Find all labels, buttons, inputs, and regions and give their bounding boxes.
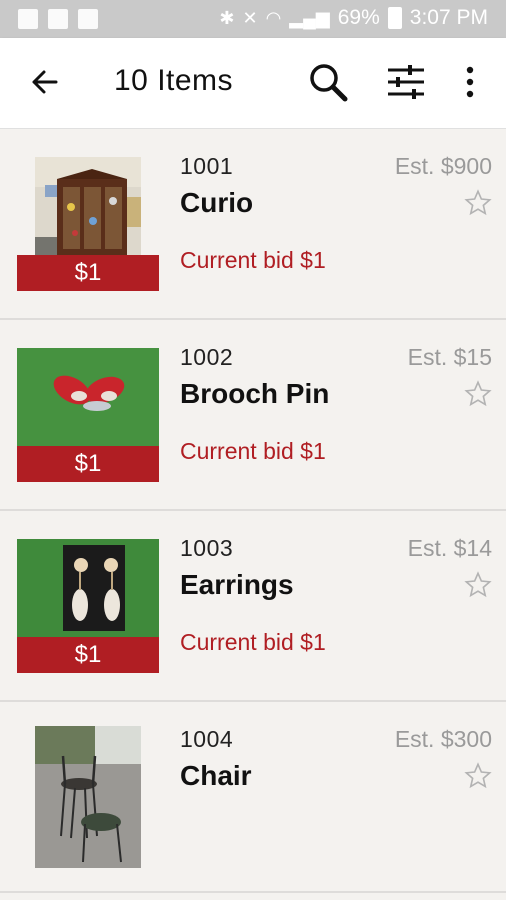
lot-number: 1004 xyxy=(180,726,234,752)
current-bid: Current bid $1 xyxy=(180,438,326,464)
current-bid: Current bid $1 xyxy=(180,629,326,655)
back-button[interactable] xyxy=(26,62,66,102)
estimate: Est. $15 xyxy=(407,344,492,370)
more-options-button[interactable] xyxy=(458,60,482,104)
estimate: Est. $900 xyxy=(394,153,492,179)
list-item[interactable]: $1 1001 Est. $900 Curio Current bid $1 xyxy=(0,129,506,320)
clock: 3:07 PM xyxy=(409,6,488,29)
battery-percent: 69% xyxy=(337,6,380,29)
lot-number: 1001 xyxy=(180,153,234,179)
price-tag: $1 xyxy=(17,255,159,291)
earrings-photo xyxy=(17,539,159,637)
item-title[interactable]: Chair xyxy=(180,760,252,792)
image-notification-icon xyxy=(18,9,38,29)
item-title[interactable]: Brooch Pin xyxy=(180,378,329,410)
search-button[interactable] xyxy=(306,60,350,104)
star-outline-icon xyxy=(464,571,492,598)
item-thumbnail[interactable]: $1 xyxy=(17,539,159,673)
more-vert-icon xyxy=(466,66,474,98)
item-thumbnail[interactable]: $1 xyxy=(17,348,159,482)
status-bar: ✱ ✕ ◠ ▂▄▆ 69% 3:07 PM xyxy=(0,0,506,38)
signal-icon: ▂▄▆ xyxy=(289,7,330,28)
price-tag: $1 xyxy=(17,446,159,482)
item-title[interactable]: Curio xyxy=(180,187,253,219)
favorite-button[interactable] xyxy=(464,189,492,217)
item-thumbnail[interactable] xyxy=(17,726,159,868)
estimate: Est. $300 xyxy=(394,726,492,752)
list-item[interactable]: 1004 Est. $300 Chair xyxy=(0,702,506,893)
lot-number: 1002 xyxy=(180,344,234,370)
mail-notification-icon-2 xyxy=(78,9,98,29)
favorite-button[interactable] xyxy=(464,380,492,408)
brooch-photo xyxy=(17,348,159,446)
item-title[interactable]: Earrings xyxy=(180,569,294,601)
curio-photo xyxy=(35,157,141,257)
filter-sliders-icon xyxy=(388,65,424,99)
filter-button[interactable] xyxy=(384,60,428,104)
star-outline-icon xyxy=(464,380,492,407)
item-thumbnail[interactable]: $1 xyxy=(17,157,159,291)
favorite-button[interactable] xyxy=(464,762,492,790)
current-bid: Current bid $1 xyxy=(180,247,326,273)
list-item[interactable]: $1 1002 Est. $15 Brooch Pin Current bid … xyxy=(0,320,506,511)
lot-number: 1003 xyxy=(180,535,234,561)
notification-icons xyxy=(18,9,98,29)
bluetooth-icon: ✱ xyxy=(219,7,235,28)
favorite-button[interactable] xyxy=(464,571,492,599)
mail-notification-icon xyxy=(48,9,68,29)
chair-photo xyxy=(35,726,141,868)
arrow-back-icon xyxy=(32,70,58,94)
estimate: Est. $14 xyxy=(407,535,492,561)
star-outline-icon xyxy=(464,762,492,789)
page-title: 10 Items xyxy=(114,64,234,97)
item-list: $1 1001 Est. $900 Curio Current bid $1 $… xyxy=(0,129,506,893)
wifi-icon: ◠ xyxy=(265,7,282,28)
search-icon xyxy=(310,64,348,102)
battery-icon xyxy=(387,7,402,29)
list-item[interactable]: $1 1003 Est. $14 Earrings Current bid $1 xyxy=(0,511,506,702)
star-outline-icon xyxy=(464,189,492,216)
mute-icon: ✕ xyxy=(242,7,258,28)
price-tag: $1 xyxy=(17,637,159,673)
app-bar: 10 Items xyxy=(0,38,506,129)
